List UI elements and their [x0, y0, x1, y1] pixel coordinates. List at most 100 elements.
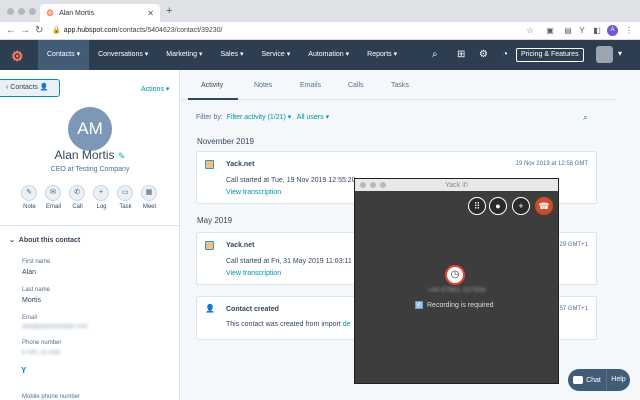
reload-icon[interactable]: ↻	[35, 25, 43, 36]
nav-reports[interactable]: Reports ▾	[358, 40, 406, 70]
marketplace-icon[interactable]: ⊞	[457, 49, 465, 60]
chevron-down-icon[interactable]: ▾	[618, 49, 622, 58]
card-title: Contact created	[226, 306, 279, 313]
task-action[interactable]: ▭ Task	[117, 185, 134, 210]
nav-marketing[interactable]: Marketing ▾	[157, 40, 211, 70]
meet-action[interactable]: ▦ Meet	[141, 185, 158, 210]
browser-toolbar: ← → ↻ 🔒 app.hubspot.com/contacts/5404623/…	[0, 22, 640, 40]
dialpad-button[interactable]: ⠿	[468, 197, 486, 215]
recording-checkbox[interactable]: ✓	[415, 301, 423, 309]
active-tab-indicator	[188, 98, 238, 100]
filter-bar: Filter by: Filter activity (1/21) ▾ All …	[196, 113, 329, 121]
maximize-window-dot[interactable]	[29, 8, 36, 15]
call-timer-clock-icon: ◷	[445, 265, 465, 285]
nav-sales[interactable]: Sales ▾	[212, 40, 253, 70]
screenshot-extension-icon[interactable]: ▣	[545, 26, 555, 36]
chat-bubble-icon	[573, 376, 584, 384]
tab-tasks[interactable]: Tasks	[391, 82, 409, 89]
note-action[interactable]: ✎ Note	[21, 185, 38, 210]
email-icon: ✉	[45, 185, 61, 201]
view-transcription-link[interactable]: View transcription	[226, 270, 281, 277]
close-window-dot[interactable]	[7, 8, 14, 15]
filter-by-label: Filter by:	[196, 114, 223, 121]
yack-logo-icon: ✆	[462, 182, 468, 189]
yack-call-icon[interactable]: Y	[21, 366, 26, 375]
card-text: This contact was created from import de	[226, 321, 351, 328]
tab-notes[interactable]: Notes	[254, 82, 272, 89]
activity-tabs: Activity Notes Emails Calls Tasks	[181, 70, 616, 100]
card-timestamp: 29 GMT+1	[559, 242, 588, 248]
call-action[interactable]: ✆ Call	[69, 185, 86, 210]
phone-label: Phone number	[22, 340, 62, 346]
hubspot-logo-icon[interactable]: ⚙	[11, 48, 24, 65]
star-icon[interactable]: ☆	[525, 26, 535, 36]
forward-arrow-icon[interactable]: →	[20, 25, 30, 36]
log-action[interactable]: + Log	[93, 185, 110, 210]
contact-name: Alan Mortis ✎	[0, 148, 180, 162]
browser-tab[interactable]: ⚙ Alan Mortis ✕	[40, 4, 160, 22]
nav-items: Contacts ▾ Conversations ▾ Marketing ▾ S…	[38, 40, 406, 70]
task-icon: ▭	[117, 185, 133, 201]
contact-avatar: AM	[68, 107, 112, 151]
phone-value[interactable]: 07961 157934	[22, 350, 60, 356]
chat-widget: Chat Help	[568, 369, 630, 391]
contact-job-title: CEO at Testing Company	[50, 166, 130, 173]
email-value[interactable]: alan@yackexample.com	[22, 324, 87, 330]
new-tab-icon[interactable]: +	[166, 5, 172, 17]
nav-contacts[interactable]: Contacts ▾	[38, 40, 90, 70]
back-arrow-icon[interactable]: ←	[6, 25, 16, 36]
tab-activity[interactable]: Activity	[201, 82, 223, 89]
menu-dots-icon[interactable]: ⋮	[624, 26, 634, 36]
first-name-value[interactable]: Alan	[22, 269, 36, 276]
search-activity-icon[interactable]: ⌕	[583, 112, 588, 123]
yack-titlebar[interactable]: Yack ✆	[355, 179, 558, 191]
close-tab-icon[interactable]: ✕	[147, 9, 154, 18]
card-title: Yack.net	[226, 161, 255, 168]
call-label: Call	[72, 204, 83, 210]
back-to-contacts-button[interactable]: ‹ Contacts 👤	[0, 79, 60, 97]
address-bar[interactable]: 🔒 app.hubspot.com/contacts/5404623/contac…	[52, 24, 352, 38]
last-name-label: Last name	[22, 287, 51, 293]
log-label: Log	[96, 204, 107, 210]
profile-avatar[interactable]: A	[607, 25, 618, 36]
first-name-label: First name	[22, 259, 51, 265]
puzzle-icon[interactable]: ◧	[592, 26, 602, 36]
help-button[interactable]: Help	[606, 369, 630, 391]
tab-title: Alan Mortis	[59, 9, 95, 17]
microphone-button[interactable]: ●	[489, 197, 507, 215]
tab-calls[interactable]: Calls	[348, 82, 364, 89]
user-avatar[interactable]	[596, 46, 613, 63]
minimize-window-dot[interactable]	[18, 8, 25, 15]
chat-button[interactable]: Chat	[568, 369, 606, 391]
yack-logo-icon	[205, 160, 214, 169]
about-label: About this contact	[18, 237, 81, 244]
search-icon[interactable]: ⌕	[432, 49, 438, 60]
nav-automation[interactable]: Automation ▾	[299, 40, 358, 70]
about-section-toggle[interactable]: ⌄ About this contact	[9, 236, 80, 244]
card-timestamp: 57 GMT+1	[559, 306, 588, 312]
hubspot-nav: ⚙ Contacts ▾ Conversations ▾ Marketing ▾…	[0, 40, 640, 70]
add-call-button[interactable]: +	[512, 197, 530, 215]
pricing-features-button[interactable]: Pricing & Features	[516, 48, 584, 62]
settings-gear-icon[interactable]: ⚙	[479, 49, 488, 60]
phone-number-display: +44 07961 157934	[427, 287, 486, 294]
last-name-value[interactable]: Mortis	[22, 297, 41, 304]
nav-service[interactable]: Service ▾	[252, 40, 299, 70]
extension-icon[interactable]: ▤	[563, 26, 573, 36]
import-link[interactable]: de	[343, 321, 351, 328]
tab-emails[interactable]: Emails	[300, 82, 321, 89]
email-action[interactable]: ✉ Email	[45, 185, 62, 210]
all-users-dropdown[interactable]: All users ▾	[297, 114, 329, 121]
view-transcription-link[interactable]: View transcription	[226, 189, 281, 196]
pencil-icon[interactable]: ✎	[118, 151, 126, 161]
yack-extension-icon[interactable]: Y	[577, 26, 587, 36]
created-text: This contact was created from import	[226, 321, 341, 328]
yack-title-text: Yack	[445, 182, 461, 189]
notifications-bell-icon[interactable]: ◔	[502, 49, 508, 60]
task-label: Task	[119, 204, 132, 210]
lock-icon: 🔒	[52, 27, 61, 34]
actions-dropdown[interactable]: Actions ▾	[141, 85, 169, 93]
hangup-button[interactable]: ☎	[535, 197, 553, 215]
nav-conversations[interactable]: Conversations ▾	[89, 40, 157, 70]
filter-activity-dropdown[interactable]: Filter activity (1/21) ▾	[227, 114, 292, 121]
